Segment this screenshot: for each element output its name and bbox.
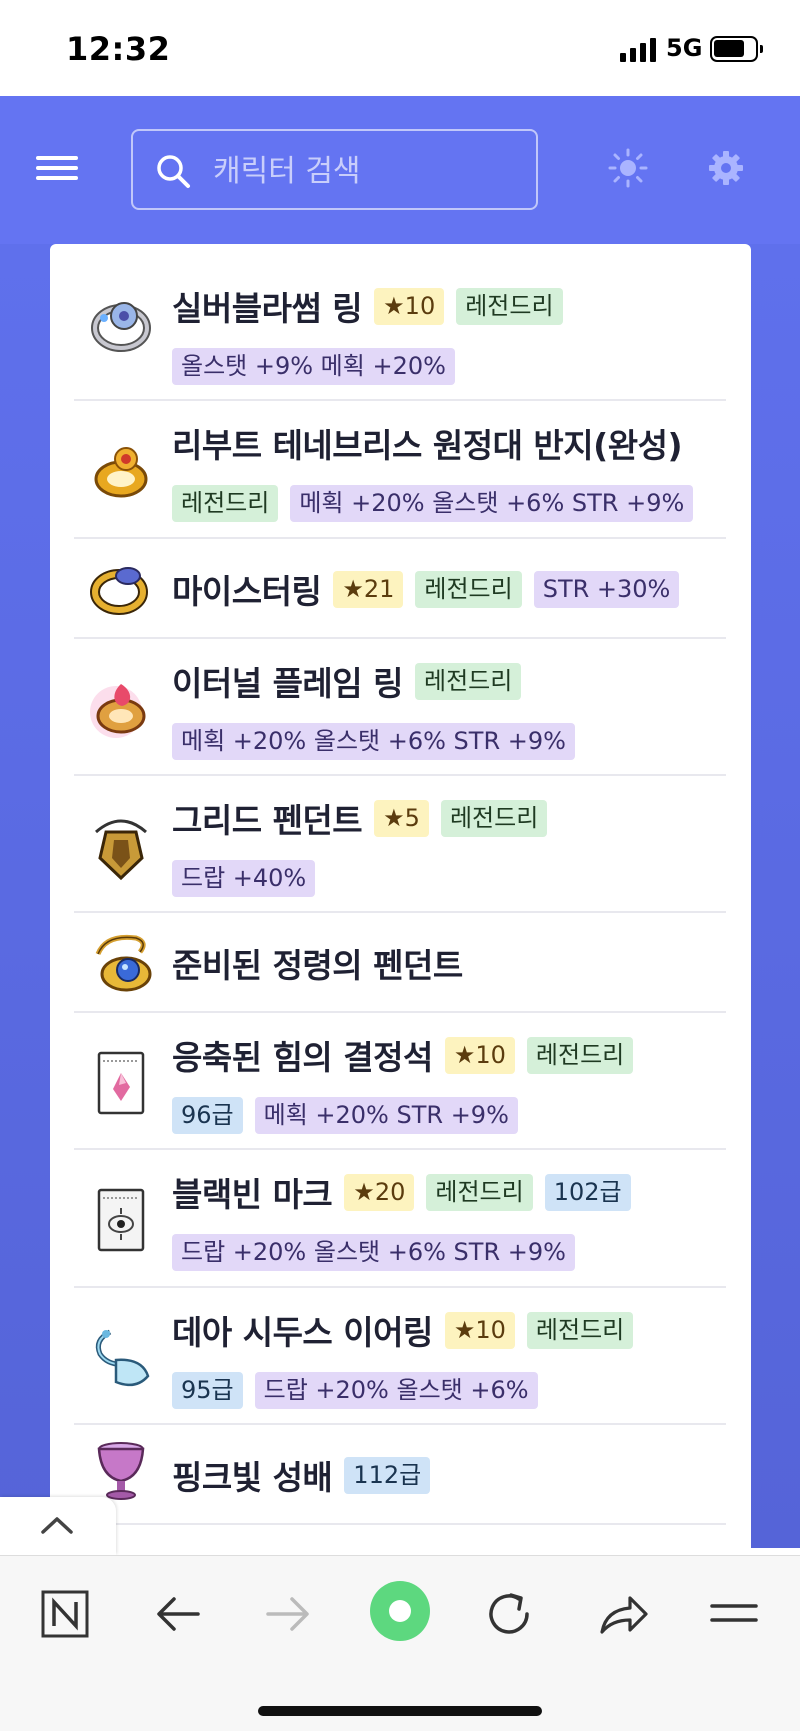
search-input[interactable] (213, 149, 513, 193)
item-name: 마이스터링 (172, 572, 322, 611)
potential-grade-badge: 레전드리 (426, 1173, 533, 1211)
tier-badge: 96급 (172, 1097, 243, 1134)
battery-icon (710, 36, 763, 62)
list-item[interactable]: 블랙빈 마크 ★20 레전드리 102급 드랍 +20% 올스탯 +6% STR… (74, 1150, 726, 1288)
status-time: 12:32 (66, 30, 171, 68)
item-name: 리부트 테네브리스 원정대 반지(완성) (172, 426, 683, 465)
potential-grade-badge: 레전드리 (440, 799, 548, 837)
equipment-list: 실버블라썸 링 ★10 레전드리 올스탯 +9% 메획 +20% 리부트 테네브… (50, 244, 751, 1548)
star-force-badge: ★20 (344, 1173, 415, 1211)
item-name: 응축된 힘의 결정석 (172, 1038, 433, 1077)
star-force-badge: ★10 (444, 1036, 515, 1074)
list-item[interactable]: 준비된 정령의 펜던트 (74, 913, 726, 1013)
greed-pendant-icon (95, 819, 147, 881)
list-item[interactable]: 리부트 테네브리스 원정대 반지(완성) 레전드리 메획 +20% 올스탯 +6… (74, 401, 726, 539)
tier-badge: 95급 (172, 1372, 243, 1409)
star-force-badge: ★10 (444, 1311, 515, 1349)
browser-toolbar (0, 1555, 800, 1731)
network-label: 5G (666, 34, 703, 62)
meister-ring-icon (90, 567, 148, 615)
chevron-up-icon (41, 1517, 73, 1534)
tier-badge: 102급 (544, 1173, 631, 1211)
app-header (0, 96, 800, 244)
potential-grade-badge: 레전드리 (172, 485, 279, 522)
star-force-badge: ★21 (333, 570, 404, 608)
naver-home-icon[interactable] (37, 1586, 93, 1642)
item-name: 핑크빛 성배 (172, 1458, 333, 1497)
search-box[interactable] (131, 129, 538, 210)
list-item[interactable]: 응축된 힘의 결정석 ★10 레전드리 96급 메획 +20% STR +9% (74, 1013, 726, 1150)
reload-icon[interactable] (481, 1586, 537, 1642)
potential-grade-badge: 레전드리 (526, 1311, 634, 1349)
crystal-badge-icon (97, 1051, 145, 1115)
potential-stat-badge: 메획 +20% 올스탯 +6% STR +9% (290, 485, 694, 522)
star-force-badge: ★10 (374, 287, 445, 325)
item-name: 이터널 플레임 링 (172, 664, 404, 703)
list-item[interactable]: 실버블라썸 링 ★10 레전드리 올스탯 +9% 메획 +20% (74, 244, 726, 401)
potential-stat-badge: 메획 +20% STR +9% (254, 1097, 518, 1134)
sun-icon[interactable] (608, 148, 648, 188)
list-item[interactable]: 이터널 플레임 링 레전드리 메획 +20% 올스탯 +6% STR +9% (74, 639, 726, 776)
home-indicator (258, 1706, 542, 1716)
item-name: 블랙빈 마크 (172, 1175, 333, 1214)
hamburger-icon[interactable] (36, 156, 78, 180)
gear-icon[interactable] (706, 148, 746, 188)
menu-lines-icon[interactable] (706, 1586, 762, 1642)
back-arrow-icon[interactable] (150, 1586, 206, 1642)
potential-grade-badge: 레전드리 (456, 287, 563, 325)
list-item[interactable]: 그리드 펜던트 ★5 레전드리 드랍 +40% (74, 776, 726, 913)
potential-stat-badge: STR +30% (533, 570, 680, 608)
potential-stat-badge: 드랍 +20% 올스탯 +6% STR +9% (172, 1234, 575, 1271)
item-name: 실버블라썸 링 (172, 289, 363, 328)
search-icon (157, 155, 190, 188)
potential-stat-badge: 드랍 +20% 올스탯 +6% (254, 1372, 538, 1409)
potential-stat-badge: 올스탯 +9% 메획 +20% (172, 348, 455, 385)
tenebris-ring-icon (94, 447, 148, 498)
star-force-badge: ★5 (374, 799, 429, 837)
signal-icon (620, 38, 656, 62)
share-icon[interactable] (594, 1586, 650, 1642)
item-name: 그리드 펜던트 (172, 801, 363, 840)
green-dot-button-icon[interactable] (369, 1580, 431, 1642)
tier-badge: 112급 (344, 1456, 431, 1494)
silver-blossom-ring-icon (91, 302, 151, 352)
potential-grade-badge: 레전드리 (526, 1036, 634, 1074)
status-bar: 12:32 5G (0, 0, 800, 96)
collapse-panel-button[interactable] (0, 1497, 116, 1555)
list-item[interactable]: 데아 시두스 이어링 ★10 레전드리 95급 드랍 +20% 올스탯 +6% (74, 1288, 726, 1425)
potential-grade-badge: 레전드리 (415, 662, 522, 700)
forward-arrow-icon[interactable] (260, 1586, 316, 1642)
dea-sidus-earring-icon (95, 1329, 150, 1387)
potential-stat-badge: 드랍 +40% (172, 860, 316, 897)
list-item[interactable]: 핑크빛 성배 112급 (74, 1425, 726, 1525)
item-name: 준비된 정령의 펜던트 (172, 946, 463, 985)
list-item[interactable]: 마이스터링 ★21 레전드리 STR +30% (74, 539, 726, 639)
spirit-pendant-icon (95, 934, 152, 992)
potential-stat-badge: 메획 +20% 올스탯 +6% STR +9% (172, 723, 575, 760)
eternal-flame-ring-icon (90, 684, 146, 738)
potential-grade-badge: 레전드리 (415, 570, 522, 608)
item-name: 데아 시두스 이어링 (172, 1313, 433, 1352)
black-bean-mark-icon (97, 1188, 145, 1252)
